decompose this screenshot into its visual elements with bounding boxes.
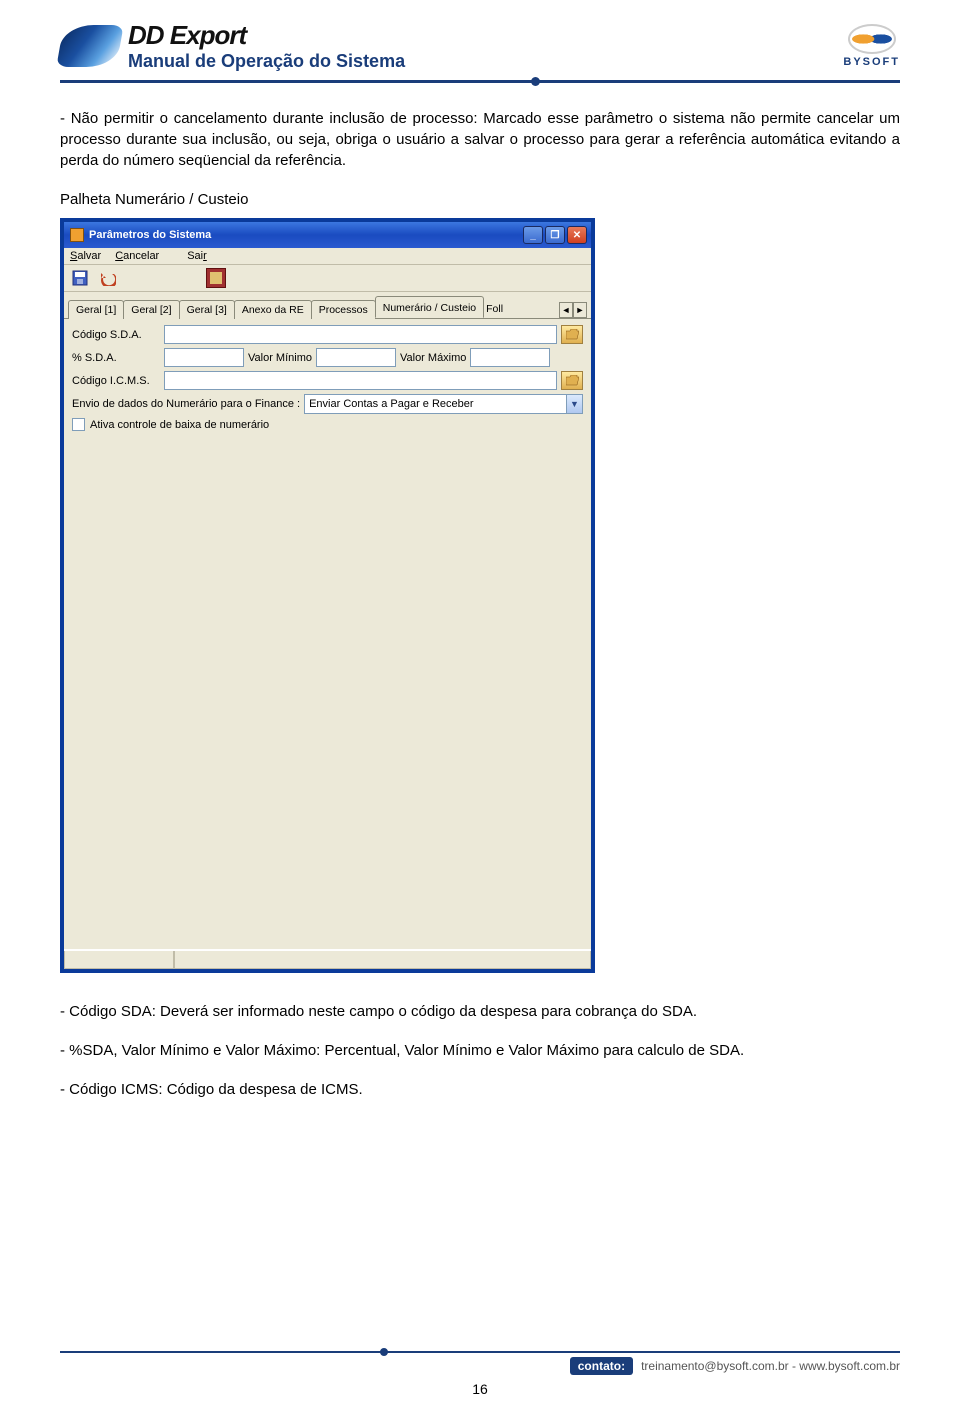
menu-salvar[interactable]: Salvar — [70, 250, 101, 262]
tab-geral1[interactable]: Geral [1] — [68, 300, 124, 319]
menu-sair[interactable]: Sair — [187, 250, 207, 262]
intro-paragraph: - Não permitir o cancelamento durante in… — [60, 108, 900, 171]
logo-swoosh-icon — [56, 25, 123, 67]
menu-cancelar[interactable]: Cancelar — [115, 250, 159, 262]
toolbar-undo-button[interactable] — [98, 268, 118, 288]
window-title: Parâmetros do Sistema — [89, 229, 211, 241]
statusbar — [64, 949, 591, 969]
label-ativa-controle-baixa: Ativa controle de baixa de numerário — [90, 419, 269, 431]
label-valor-minimo: Valor Mínimo — [248, 352, 312, 364]
form-area: Código S.D.A. % S.D.A. Valor Mínimo Valo… — [64, 319, 591, 439]
select-envio-finance[interactable]: Enviar Contas a Pagar e Receber ▼ — [304, 394, 583, 414]
minimize-button[interactable]: _ — [523, 226, 543, 244]
select-envio-value: Enviar Contas a Pagar e Receber — [309, 398, 473, 410]
tab-processos[interactable]: Processos — [311, 300, 376, 319]
folder-open-icon — [566, 329, 579, 340]
toolbar-exit-button[interactable] — [206, 268, 226, 288]
statusbar-cell-2 — [174, 951, 591, 969]
product-logo: DD Export Manual de Operação do Sistema — [60, 20, 405, 72]
form-blank-area — [64, 439, 591, 949]
tab-scroll-left[interactable]: ◄ — [559, 302, 573, 318]
label-valor-maximo: Valor Máximo — [400, 352, 466, 364]
close-button[interactable]: ✕ — [567, 226, 587, 244]
browse-codigo-sda-button[interactable] — [561, 325, 583, 344]
app-icon — [70, 228, 84, 242]
contact-label: contato: — [570, 1357, 633, 1375]
input-valor-minimo[interactable] — [316, 348, 396, 367]
input-valor-maximo[interactable] — [470, 348, 550, 367]
product-title: DD Export — [128, 20, 405, 51]
tab-bar: Geral [1] Geral [2] Geral [3] Anexo da R… — [64, 292, 591, 319]
titlebar: Parâmetros do Sistema _ ❐ ✕ — [64, 222, 591, 248]
undo-icon — [100, 270, 116, 286]
tab-anexo-re[interactable]: Anexo da RE — [234, 300, 312, 319]
folder-open-icon — [566, 375, 579, 386]
toolbar-save-button[interactable] — [70, 268, 90, 288]
toolbar — [64, 265, 591, 292]
paragraph-pct-sda: - %SDA, Valor Mínimo e Valor Máximo: Per… — [60, 1040, 900, 1061]
input-codigo-sda[interactable] — [164, 325, 557, 344]
browse-codigo-icms-button[interactable] — [561, 371, 583, 390]
document-footer: contato: treinamento@bysoft.com.br - www… — [60, 1351, 900, 1375]
tab-overflow-label: Foll — [483, 300, 506, 318]
page-number: 16 — [0, 1381, 960, 1397]
checkbox-ativa-controle-baixa[interactable] — [72, 418, 85, 431]
label-codigo-icms: Código I.C.M.S. — [72, 375, 160, 387]
tab-geral2[interactable]: Geral [2] — [123, 300, 179, 319]
input-pct-sda[interactable] — [164, 348, 244, 367]
company-logo: BYSOFT — [843, 24, 900, 68]
paragraph-codigo-icms: - Código ICMS: Código da despesa de ICMS… — [60, 1079, 900, 1100]
tab-numerario-custeio[interactable]: Numerário / Custeio — [375, 296, 484, 318]
maximize-button[interactable]: ❐ — [545, 226, 565, 244]
app-window: Parâmetros do Sistema _ ❐ ✕ Salvar Cance… — [60, 218, 595, 973]
label-envio-finance: Envio de dados do Numerário para o Finan… — [72, 398, 300, 410]
menubar: Salvar Cancelar Sair — [64, 248, 591, 265]
company-name: BYSOFT — [843, 56, 900, 68]
statusbar-cell-1 — [64, 951, 174, 969]
contact-text: treinamento@bysoft.com.br - www.bysoft.c… — [641, 1359, 900, 1373]
input-codigo-icms[interactable] — [164, 371, 557, 390]
bysoft-icon — [848, 24, 896, 54]
section-title: Palheta Numerário / Custeio — [60, 191, 900, 208]
dropdown-arrow-icon: ▼ — [566, 395, 582, 413]
product-subtitle: Manual de Operação do Sistema — [128, 51, 405, 72]
label-pct-sda: % S.D.A. — [72, 352, 160, 364]
paragraph-codigo-sda: - Código SDA: Deverá ser informado neste… — [60, 1001, 900, 1022]
label-codigo-sda: Código S.D.A. — [72, 329, 160, 341]
tab-scroll-right[interactable]: ► — [573, 302, 587, 318]
lower-text: - Código SDA: Deverá ser informado neste… — [60, 1001, 900, 1100]
tab-geral3[interactable]: Geral [3] — [179, 300, 235, 319]
document-header: DD Export Manual de Operação do Sistema … — [60, 20, 900, 83]
save-icon — [72, 270, 88, 286]
